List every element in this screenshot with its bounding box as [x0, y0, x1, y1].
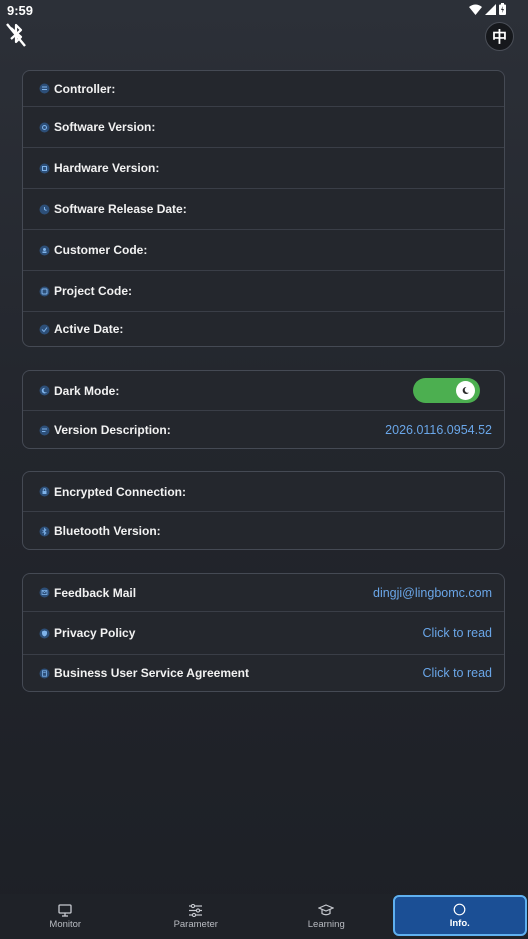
software-release-date-label: Software Release Date:	[54, 202, 187, 216]
version-description-row: Version Description: 2026.0116.0954.52	[23, 411, 504, 449]
graduation-cap-icon	[318, 903, 335, 915]
customer-code-row: Customer Code:	[23, 230, 504, 271]
mail-icon	[39, 587, 50, 598]
cellular-signal-icon	[485, 3, 496, 15]
nav-info[interactable]: Info.	[392, 895, 527, 936]
active-date-label: Active Date:	[54, 322, 124, 336]
software-version-icon	[39, 122, 50, 133]
dark-mode-row: Dark Mode:	[23, 371, 504, 411]
nav-parameter-label: Parameter	[173, 918, 218, 930]
feedback-mail-link[interactable]: dingji@lingbomc.com	[373, 586, 492, 600]
active-date-row: Active Date:	[23, 312, 504, 346]
nav-monitor[interactable]: Monitor	[0, 894, 131, 939]
info-icon	[453, 903, 466, 915]
controller-icon	[39, 83, 50, 94]
version-description-value: 2026.0116.0954.52	[385, 423, 492, 437]
wifi-icon	[469, 4, 482, 15]
hardware-version-icon	[39, 163, 50, 174]
encrypted-connection-label: Encrypted Connection:	[54, 484, 187, 499]
project-code-icon	[39, 286, 50, 297]
hardware-version-label: Hardware Version:	[54, 161, 160, 175]
encrypted-connection-row: Encrypted Connection:	[23, 472, 504, 512]
bluetooth-disconnected-icon[interactable]	[4, 21, 28, 49]
lock-icon	[39, 486, 50, 497]
feedback-mail-row[interactable]: Feedback Mail dingji@lingbomc.com	[23, 574, 504, 612]
feedback-mail-label: Feedback Mail	[54, 585, 137, 600]
customer-code-icon	[39, 245, 50, 256]
device-info-card: Controller: Software Version: Hardware V…	[22, 70, 505, 347]
project-code-row: Project Code:	[23, 271, 504, 312]
version-description-icon	[39, 425, 50, 436]
nav-monitor-label: Monitor	[49, 918, 82, 930]
software-version-label: Software Version:	[54, 120, 156, 134]
status-time: 9:59	[7, 3, 34, 18]
software-release-date-row: Software Release Date:	[23, 189, 504, 230]
sliders-icon	[189, 903, 203, 917]
bottom-navigation: Monitor Parameter Learning Info.	[0, 894, 528, 939]
service-agreement-link[interactable]: Click to read	[423, 666, 492, 680]
controller-row: Controller:	[23, 71, 504, 107]
privacy-policy-label: Privacy Policy	[54, 626, 136, 640]
dark-mode-toggle[interactable]	[413, 378, 480, 403]
support-card: Feedback Mail dingji@lingbomc.com Privac…	[22, 573, 505, 692]
dark-mode-label: Dark Mode:	[54, 383, 120, 398]
privacy-icon	[39, 628, 50, 639]
bluetooth-version-row: Bluetooth Version:	[23, 512, 504, 550]
service-agreement-label: Business User Service Agreement	[54, 666, 249, 680]
version-description-label: Version Description:	[54, 423, 171, 437]
privacy-policy-link[interactable]: Click to read	[423, 626, 492, 640]
nav-learning-label: Learning	[307, 918, 345, 930]
language-switch-button[interactable]: 中	[485, 22, 514, 51]
software-version-row: Software Version:	[23, 107, 504, 148]
app-settings-card: Dark Mode: Version Description: 2026.011…	[22, 370, 505, 449]
active-date-icon	[39, 324, 50, 335]
service-agreement-row[interactable]: Business User Service Agreement Click to…	[23, 655, 504, 691]
controller-label: Controller:	[54, 81, 116, 96]
nav-info-label: Info.	[449, 917, 470, 929]
customer-code-label: Customer Code:	[54, 243, 148, 257]
bluetooth-version-label: Bluetooth Version:	[54, 524, 161, 538]
bluetooth-icon	[39, 526, 50, 537]
nav-parameter[interactable]: Parameter	[131, 894, 262, 939]
nav-learning[interactable]: Learning	[261, 894, 392, 939]
status-bar: 9:59	[0, 0, 528, 20]
dark-mode-icon	[39, 385, 50, 396]
monitor-icon	[58, 903, 72, 917]
battery-icon	[499, 3, 506, 15]
connection-card: Encrypted Connection: Bluetooth Version:	[22, 471, 505, 550]
agreement-icon	[39, 668, 50, 679]
release-date-icon	[39, 204, 50, 215]
project-code-label: Project Code:	[54, 284, 133, 298]
moon-icon	[456, 381, 475, 400]
hardware-version-row: Hardware Version:	[23, 148, 504, 189]
privacy-policy-row[interactable]: Privacy Policy Click to read	[23, 612, 504, 655]
